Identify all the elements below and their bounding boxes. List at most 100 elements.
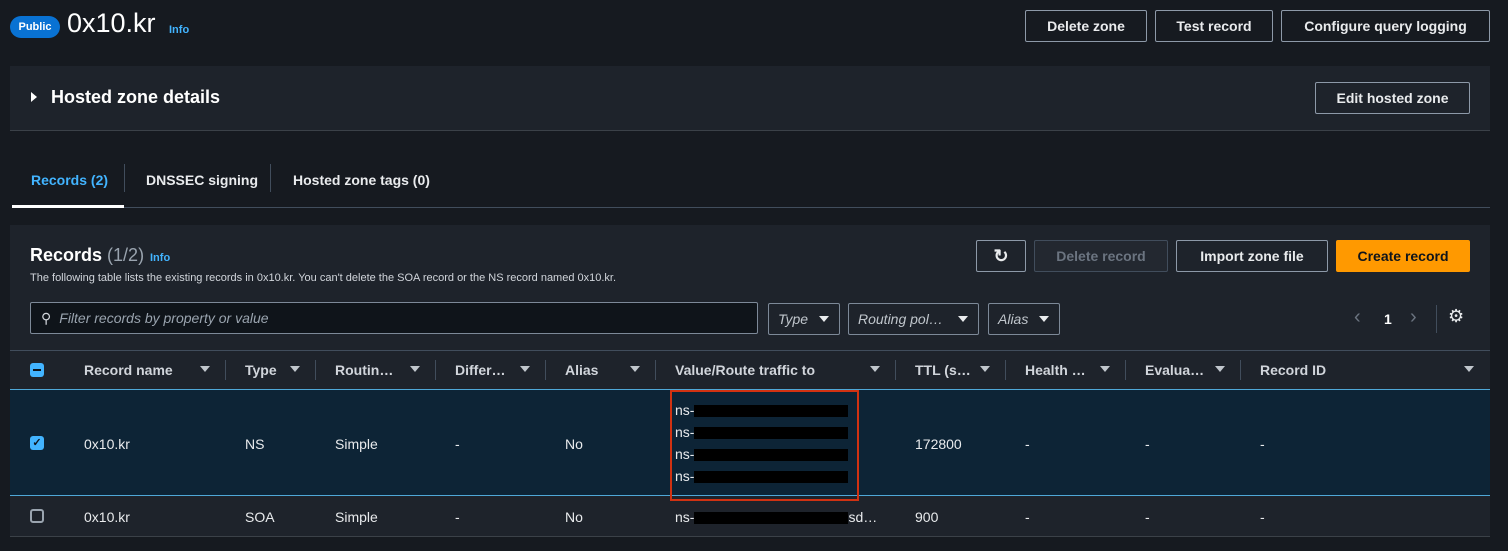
record-type: NS bbox=[245, 436, 265, 452]
column-header-evaluate[interactable]: Evalua… bbox=[1145, 362, 1204, 378]
select-all-checkbox[interactable] bbox=[30, 363, 44, 377]
page-number[interactable]: 1 bbox=[1384, 311, 1392, 327]
column-resizer[interactable] bbox=[225, 360, 226, 380]
public-badge: Public bbox=[10, 16, 60, 38]
sort-icon[interactable] bbox=[1100, 366, 1110, 372]
records-title: Records (1/2) bbox=[30, 245, 145, 265]
records-info-link[interactable]: Info bbox=[150, 252, 170, 264]
column-header-value[interactable]: Value/Route traffic to bbox=[675, 362, 815, 378]
record-id: - bbox=[1260, 509, 1265, 525]
table-header-border bbox=[10, 350, 1490, 351]
delete-record-button[interactable]: Delete record bbox=[1034, 240, 1168, 272]
caret-down-icon bbox=[819, 316, 829, 322]
column-header-type[interactable]: Type bbox=[245, 362, 277, 378]
tab-divider bbox=[124, 164, 125, 192]
ns-value: ns- bbox=[675, 468, 849, 484]
sort-icon[interactable] bbox=[520, 366, 530, 372]
caret-down-icon bbox=[958, 316, 968, 322]
sort-icon[interactable] bbox=[980, 366, 990, 372]
column-header-alias[interactable]: Alias bbox=[565, 362, 598, 378]
column-header-record-name[interactable]: Record name bbox=[84, 362, 173, 378]
ns-value: ns- bbox=[675, 424, 849, 440]
alias-filter-select[interactable]: Alias bbox=[988, 303, 1060, 335]
hosted-zone-details-toggle[interactable]: Hosted zone details bbox=[51, 87, 220, 108]
routing-policy: Simple bbox=[335, 436, 378, 452]
column-resizer[interactable] bbox=[1240, 360, 1241, 380]
hosted-zone-details-panel: Hosted zone details Edit hosted zone bbox=[10, 66, 1490, 131]
column-resizer[interactable] bbox=[1125, 360, 1126, 380]
import-zone-file-button[interactable]: Import zone file bbox=[1176, 240, 1328, 272]
tab-dnssec-signing[interactable]: DNSSEC signing bbox=[146, 172, 258, 188]
type-filter-label: Type bbox=[778, 311, 809, 327]
redaction bbox=[694, 471, 849, 484]
delete-zone-button[interactable]: Delete zone bbox=[1025, 10, 1147, 42]
redaction bbox=[694, 405, 849, 418]
refresh-icon: ↻ bbox=[993, 245, 1009, 266]
settings-gear-icon[interactable]: ⚙ bbox=[1448, 306, 1464, 327]
routing-policy-filter-select[interactable]: Routing pol… bbox=[848, 303, 979, 335]
sort-icon[interactable] bbox=[630, 366, 640, 372]
redaction bbox=[694, 512, 849, 525]
ns-value: ns- bbox=[675, 446, 849, 462]
next-page-icon[interactable]: › bbox=[1410, 306, 1417, 329]
column-resizer[interactable] bbox=[435, 360, 436, 380]
active-tab-indicator bbox=[12, 205, 124, 208]
sort-icon[interactable] bbox=[1464, 366, 1474, 372]
divider bbox=[1436, 305, 1437, 333]
edit-hosted-zone-button[interactable]: Edit hosted zone bbox=[1315, 82, 1470, 114]
column-resizer[interactable] bbox=[895, 360, 896, 380]
evaluate-health: - bbox=[1145, 509, 1150, 525]
row-checkbox[interactable] bbox=[30, 509, 44, 523]
type-filter-select[interactable]: Type bbox=[768, 303, 840, 335]
sort-icon[interactable] bbox=[870, 366, 880, 372]
ns-value: ns- bbox=[675, 402, 849, 418]
routing-filter-label: Routing pol… bbox=[858, 311, 943, 327]
tabs-divider bbox=[12, 207, 1490, 208]
column-resizer[interactable] bbox=[655, 360, 656, 380]
tab-divider bbox=[270, 164, 271, 192]
records-description: The following table lists the existing r… bbox=[30, 272, 617, 284]
differentiator: - bbox=[455, 509, 460, 525]
refresh-button[interactable]: ↻ bbox=[976, 240, 1026, 272]
routing-policy: Simple bbox=[335, 509, 378, 525]
sort-icon[interactable] bbox=[410, 366, 420, 372]
column-resizer[interactable] bbox=[315, 360, 316, 380]
ttl: 900 bbox=[915, 509, 939, 525]
record-name: 0x10.kr bbox=[84, 509, 130, 525]
record-id: - bbox=[1260, 436, 1265, 452]
column-resizer[interactable] bbox=[545, 360, 546, 380]
soa-value: ns-sd… bbox=[675, 509, 878, 525]
page-title: 0x10.kr bbox=[67, 8, 156, 38]
column-header-differentiator[interactable]: Differ… bbox=[455, 362, 506, 378]
differentiator: - bbox=[455, 436, 460, 452]
column-header-routing[interactable]: Routin… bbox=[335, 362, 393, 378]
evaluate-health: - bbox=[1145, 436, 1150, 452]
health-check: - bbox=[1025, 509, 1030, 525]
tab-hosted-zone-tags[interactable]: Hosted zone tags (0) bbox=[293, 172, 430, 188]
test-record-button[interactable]: Test record bbox=[1155, 10, 1273, 42]
sort-icon[interactable] bbox=[200, 366, 210, 372]
caret-right-icon[interactable] bbox=[31, 92, 37, 102]
column-resizer[interactable] bbox=[1005, 360, 1006, 380]
configure-query-logging-button[interactable]: Configure query logging bbox=[1281, 10, 1490, 42]
search-icon: ⚲ bbox=[41, 309, 52, 326]
health-check: - bbox=[1025, 436, 1030, 452]
row-checkbox[interactable]: ✓ bbox=[30, 436, 44, 450]
column-header-record-id[interactable]: Record ID bbox=[1260, 362, 1326, 378]
record-name: 0x10.kr bbox=[84, 436, 130, 452]
alias-filter-label: Alias bbox=[998, 311, 1029, 327]
tab-records[interactable]: Records (2) bbox=[31, 172, 108, 188]
sort-icon[interactable] bbox=[1215, 366, 1225, 372]
prev-page-icon[interactable]: ‹ bbox=[1354, 306, 1361, 329]
caret-down-icon bbox=[1039, 316, 1049, 322]
sort-icon[interactable] bbox=[290, 366, 300, 372]
redaction bbox=[694, 427, 849, 440]
info-link[interactable]: Info bbox=[169, 24, 189, 36]
column-header-health[interactable]: Health … bbox=[1025, 362, 1086, 378]
ttl: 172800 bbox=[915, 436, 962, 452]
redaction bbox=[694, 449, 849, 462]
column-header-ttl[interactable]: TTL (s… bbox=[915, 362, 971, 378]
create-record-button[interactable]: Create record bbox=[1336, 240, 1470, 272]
filter-records-input[interactable]: ⚲ Filter records by property or value bbox=[30, 302, 758, 334]
alias: No bbox=[565, 509, 583, 525]
